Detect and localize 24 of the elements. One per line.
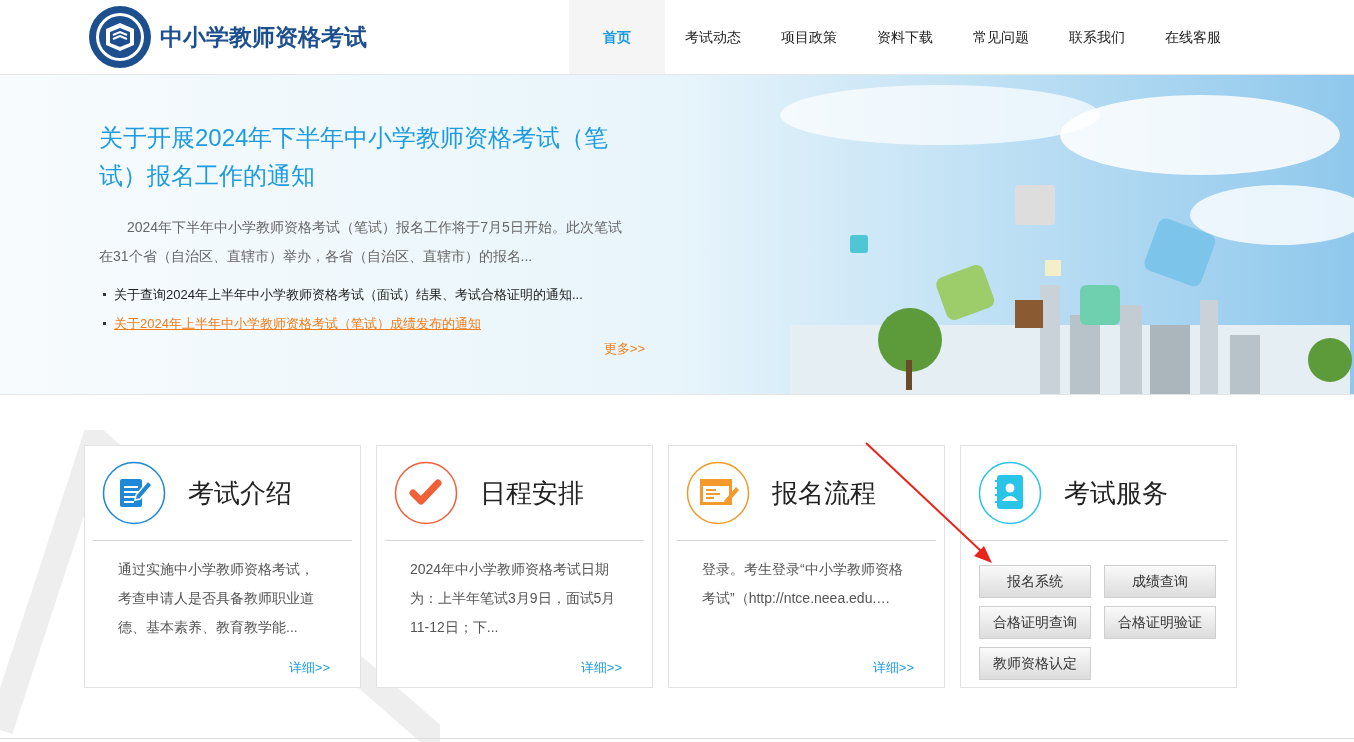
card-title: 日程安排	[480, 476, 584, 510]
service-button[interactable]: 合格证明验证	[1104, 606, 1216, 639]
card-description: 通过实施中小学教师资格考试，考查申请人是否具备教师职业道德、基本素养、教育教学能...	[117, 560, 315, 637]
nav-link[interactable]: 在线客服	[1145, 0, 1241, 74]
card-description: 2024年中小学教师资格考试日期为：上半年笔试3月9日，面试5月11-12日；下...	[409, 560, 617, 637]
banner-summary: 2024年下半年中小学教师资格考试（笔试）报名工作将于7月5日开始。此次笔试在31个省（自治区、直辖市）举办，各省（自治区、直辖市）的报名...	[99, 218, 623, 266]
card-description: 登录。考生登录“中小学教师资格考试”（http://ntce.neea.edu.…	[701, 560, 904, 608]
nav-link[interactable]: 项目政策	[761, 0, 857, 74]
card-title: 考试介绍	[188, 476, 292, 510]
service-button[interactable]: 合格证明查询	[979, 606, 1091, 639]
service-button[interactable]: 成绩查询	[1104, 565, 1216, 598]
card-title: 考试服务	[1064, 476, 1168, 510]
nav-link[interactable]: 联系我们	[1049, 0, 1145, 74]
site-title: 中小学教师资格考试	[160, 22, 367, 52]
nav-link[interactable]: 常见问题	[953, 0, 1049, 74]
bullet-icon	[103, 293, 106, 297]
logo-emblem-icon	[88, 5, 152, 69]
news-link[interactable]: 关于查询2024年上半年中小学教师资格考试（面试）结果、考试合格证明的通知...	[114, 285, 583, 305]
service-button[interactable]: 报名系统	[979, 565, 1091, 598]
bullet-icon	[103, 321, 106, 325]
nav-link[interactable]: 考试动态	[665, 0, 761, 74]
card-title: 报名流程	[772, 476, 876, 510]
nav-link[interactable]: 资料下载	[857, 0, 953, 74]
service-button[interactable]: 教师资格认定	[979, 647, 1091, 680]
